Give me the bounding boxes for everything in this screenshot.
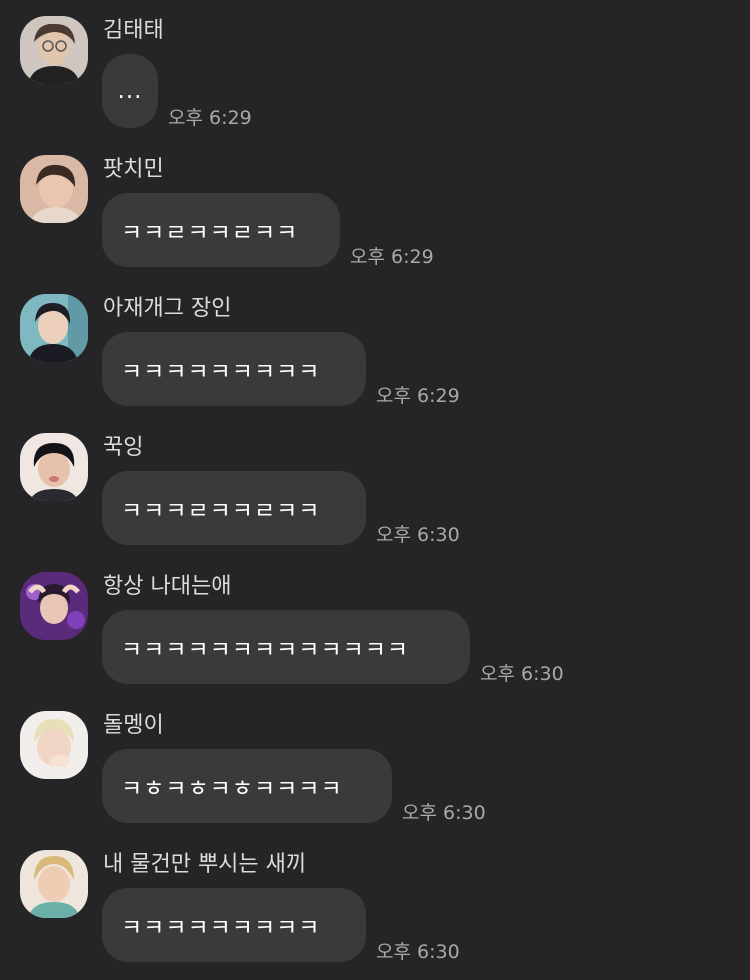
message-timestamp: 오후 6:30 xyxy=(480,663,564,685)
message-bubble[interactable]: ㅋㅋㄹㅋㅋㄹㅋㅋ xyxy=(102,193,340,267)
sender-avatar[interactable] xyxy=(20,16,88,84)
sender-avatar[interactable] xyxy=(20,433,88,501)
sender-avatar[interactable] xyxy=(20,155,88,223)
message-text: ㅋㅋㅋㅋㅋㅋㅋㅋㅋ xyxy=(121,915,321,941)
sender-name: 꾹잉 xyxy=(103,435,144,460)
chat-message: 내 물건만 뿌시는 새끼 ㅋㅋㅋㅋㅋㅋㅋㅋㅋ 오후 6:30 xyxy=(0,834,750,973)
sender-name: 돌멩이 xyxy=(103,713,164,738)
chat-message: 꾹잉 ㅋㅋㅋㄹㅋㅋㄹㅋㅋ 오후 6:30 xyxy=(0,417,750,556)
message-text: ㅋㅋㅋㄹㅋㅋㄹㅋㅋ xyxy=(121,498,321,524)
message-bubble[interactable]: ... xyxy=(102,54,158,128)
profile-photo-icon xyxy=(20,850,88,918)
sender-name: 김태태 xyxy=(103,18,164,43)
profile-photo-icon xyxy=(20,16,88,84)
sender-name: 항상 나대는애 xyxy=(103,574,232,599)
message-timestamp: 오후 6:30 xyxy=(402,802,486,824)
message-timestamp: 오후 6:29 xyxy=(376,385,460,407)
message-timestamp: 오후 6:29 xyxy=(350,246,434,268)
profile-photo-icon xyxy=(20,572,88,640)
sender-avatar[interactable] xyxy=(20,850,88,918)
chat-message: 항상 나대는애 ㅋㅋㅋㅋㅋㅋㅋㅋㅋㅋㅋㅋㅋ 오후 6:30 xyxy=(0,556,750,695)
message-text: ㅋㅋㄹㅋㅋㄹㅋㅋ xyxy=(121,220,299,246)
message-text: ㅋㅋㅋㅋㅋㅋㅋㅋㅋ xyxy=(121,359,321,385)
message-bubble[interactable]: ㅋㅋㅋㅋㅋㅋㅋㅋㅋㅋㅋㅋㅋ xyxy=(102,610,470,684)
message-bubble[interactable]: ㅋㅋㅋㅋㅋㅋㅋㅋㅋ xyxy=(102,332,366,406)
message-timestamp: 오후 6:30 xyxy=(376,941,460,963)
chat-message: 김태태 ... 오후 6:29 xyxy=(0,0,750,139)
message-text: ㅋㅋㅋㅋㅋㅋㅋㅋㅋㅋㅋㅋㅋ xyxy=(121,637,410,663)
profile-photo-icon xyxy=(20,711,88,779)
profile-photo-icon xyxy=(20,433,88,501)
profile-photo-icon xyxy=(20,155,88,223)
message-bubble[interactable]: ㅋㅋㅋㄹㅋㅋㄹㅋㅋ xyxy=(102,471,366,545)
sender-name: 내 물건만 뿌시는 새끼 xyxy=(103,852,307,877)
profile-photo-icon xyxy=(20,294,88,362)
sender-name: 팟치민 xyxy=(103,157,164,182)
chat-message: 돌멩이 ㅋㅎㅋㅎㅋㅎㅋㅋㅋㅋ 오후 6:30 xyxy=(0,695,750,834)
message-timestamp: 오후 6:29 xyxy=(168,107,252,129)
chat-message: 아재개그 장인 ㅋㅋㅋㅋㅋㅋㅋㅋㅋ 오후 6:29 xyxy=(0,278,750,417)
chat-message: 팟치민 ㅋㅋㄹㅋㅋㄹㅋㅋ 오후 6:29 xyxy=(0,139,750,278)
message-text: ... xyxy=(117,78,143,104)
message-bubble[interactable]: ㅋㅋㅋㅋㅋㅋㅋㅋㅋ xyxy=(102,888,366,962)
sender-name: 아재개그 장인 xyxy=(103,296,232,321)
sender-avatar[interactable] xyxy=(20,711,88,779)
sender-avatar[interactable] xyxy=(20,572,88,640)
message-bubble[interactable]: ㅋㅎㅋㅎㅋㅎㅋㅋㅋㅋ xyxy=(102,749,392,823)
message-timestamp: 오후 6:30 xyxy=(376,524,460,546)
sender-avatar[interactable] xyxy=(20,294,88,362)
message-text: ㅋㅎㅋㅎㅋㅎㅋㅋㅋㅋ xyxy=(121,776,343,802)
chat-message-list[interactable]: 김태태 ... 오후 6:29 팟치민 ㅋㅋㄹㅋㅋㄹㅋㅋ 오후 6:29 아재개… xyxy=(0,0,750,980)
